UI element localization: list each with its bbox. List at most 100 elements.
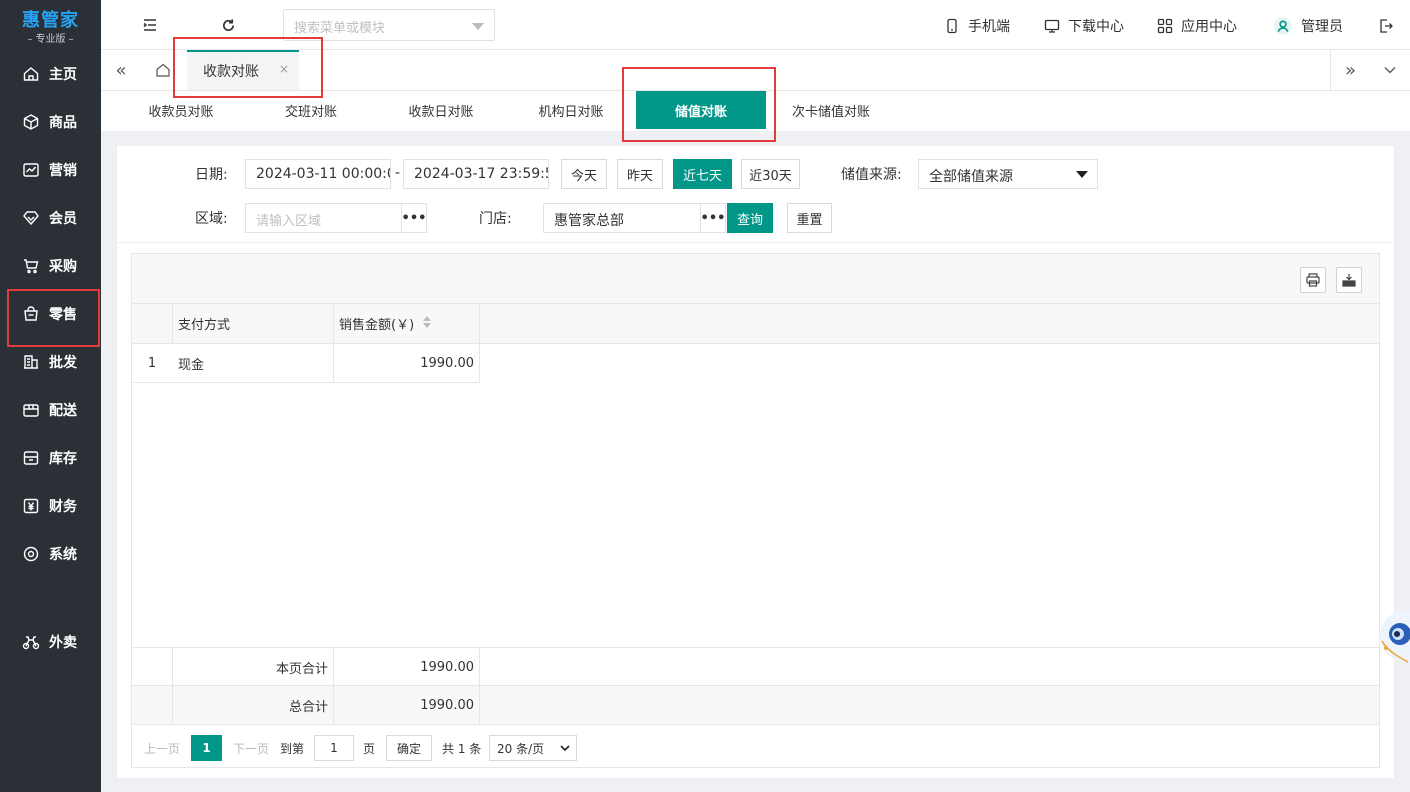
region-input[interactable]: 请输入区域 [245,203,403,233]
sidebar-item-purchase[interactable]: 采购 [0,244,101,288]
logout-icon[interactable] [1376,16,1396,36]
subtab-daily[interactable]: 收款日对账 [391,91,491,129]
user-menu[interactable]: 管理员 [1273,16,1343,36]
apps-icon [1157,18,1173,34]
grid-toolbar [132,254,1379,304]
subtab-cashier[interactable]: 收款员对账 [131,91,231,129]
mobile-label: 手机端 [968,19,1010,35]
sidebar-item-member[interactable]: 会员 [0,196,101,240]
goto-confirm-button[interactable]: 确定 [386,735,432,761]
tab-payment-reconciliation[interactable]: 收款对账 × [187,50,299,90]
tabs-scroll-right-icon[interactable]: » [1330,50,1370,90]
sidebar-item-label: 采购 [49,259,77,275]
tab-label: 收款对账 [203,64,259,80]
tabs-dropdown-icon[interactable] [1370,50,1410,90]
store-picker-icon[interactable]: ••• [700,203,726,233]
sidebar-item-retail[interactable]: 零售 [0,292,101,336]
last-7-days-button[interactable]: 近七天 [673,159,732,189]
search-placeholder: 搜索菜单或模块 [294,21,386,36]
column-sales-amount[interactable]: 销售金额(￥) [339,304,479,343]
yesterday-button[interactable]: 昨天 [617,159,663,189]
member-icon [22,209,40,227]
sidebar-item-delivery[interactable]: 配送 [0,388,101,432]
chart-icon [22,161,40,179]
app-center-link[interactable]: 应用中心 [1157,16,1237,36]
sidebar-item-wholesale[interactable]: 批发 [0,340,101,384]
refresh-icon[interactable] [218,15,238,35]
page-unit-label: 页 [363,741,376,756]
grid-divider [479,304,480,383]
sidebar-item-takeout[interactable]: 外卖 [0,620,101,664]
sidebar-item-finance[interactable]: 财务 [0,484,101,528]
bag-icon [22,305,40,323]
menu-toggle-icon[interactable] [140,15,160,35]
today-button[interactable]: 今天 [561,159,607,189]
total-count: 共 1 条 [442,741,482,756]
sidebar-item-label: 营销 [49,163,77,179]
sidebar-item-label: 会员 [49,211,77,227]
sidebar-item-goods[interactable]: 商品 [0,100,101,144]
date-start-input[interactable]: 2024-03-11 00:00:00 [245,159,391,189]
row-payment-method: 现金 [172,344,333,383]
sidebar-item-label: 配送 [49,403,77,419]
goto-label: 到第 [280,741,305,756]
grand-total-label: 总合计 [288,700,328,715]
subtab-org-daily[interactable]: 机构日对账 [521,91,621,129]
sidebar-item-label: 库存 [49,451,77,467]
grid-divider [172,304,173,344]
sidebar-item-system[interactable]: 系统 [0,532,101,576]
prev-page-button[interactable]: 上一页 [144,735,180,761]
region-label: 区域: [195,211,228,227]
source-value: 全部储值来源 [929,169,1013,185]
settings-icon [22,545,40,563]
next-page-button[interactable]: 下一页 [233,735,269,761]
reset-button[interactable]: 重置 [787,203,832,233]
user-avatar-icon [1274,17,1292,35]
bike-icon [22,633,40,651]
data-grid: 支付方式 销售金额(￥) 1 现金 1990.00 本页合计 1990.00 总… [131,253,1380,768]
home-icon [22,65,40,83]
close-icon[interactable]: × [279,62,289,76]
subtab-shift[interactable]: 交班对账 [261,91,361,129]
source-select[interactable]: 全部储值来源 [918,159,1098,189]
sidebar-item-label: 系统 [49,547,77,563]
sidebar-item-label: 主页 [49,67,77,83]
sidebar: 惠管家 – 专业版 – 主页 商品 营销 会员 采购 零售 批发 配送 库存 财… [0,0,101,792]
chevron-down-icon [472,23,484,30]
store-input[interactable]: 惠管家总部 [543,203,701,233]
home-tab-icon[interactable] [143,50,183,90]
pagination: 上一页 1 下一页 到第 1 页 确定 共 1 条 20 条/页 [132,725,1379,767]
subtab-card-stored-value[interactable]: 次卡储值对账 [781,91,881,129]
goto-page-input[interactable]: 1 [314,735,354,761]
menu-search-input[interactable]: 搜索菜单或模块 [283,9,495,41]
filter-divider [117,242,1396,243]
mobile-link[interactable]: 手机端 [944,16,1010,36]
date-end-input[interactable]: 2024-03-17 23:59:59 [403,159,549,189]
date-label: 日期: [195,167,228,183]
sidebar-item-home[interactable]: 主页 [0,52,101,96]
page-total-value: 1990.00 [420,660,474,675]
brand-edition: – 专业版 – [27,34,74,45]
download-center-link[interactable]: 下载中心 [1044,16,1124,36]
export-icon[interactable] [1336,267,1362,293]
sort-icon[interactable] [422,315,432,333]
page-size-select[interactable]: 20 条/页 [489,735,577,761]
tabs-scroll-left-icon[interactable]: « [101,50,141,90]
assistant-robot-icon[interactable] [1378,596,1410,676]
top-bar: 搜索菜单或模块 手机端 下载中心 应用中心 管理员 [101,0,1410,50]
print-icon[interactable] [1300,267,1326,293]
page-1-button[interactable]: 1 [191,735,222,761]
download-label: 下载中心 [1068,19,1124,35]
brand-name: 惠管家 [22,10,79,31]
grid-divider [333,304,334,383]
sidebar-item-marketing[interactable]: 营销 [0,148,101,192]
region-picker-icon[interactable]: ••• [401,203,427,233]
row-index: 1 [132,344,172,383]
grand-total-row: 总合计 1990.00 [132,686,1379,725]
query-button[interactable]: 查询 [727,203,773,233]
box-icon [22,113,40,131]
last-30-days-button[interactable]: 近30天 [741,159,800,189]
logo: 惠管家 – 专业版 – [0,0,101,48]
sidebar-item-inventory[interactable]: 库存 [0,436,101,480]
subtab-stored-value[interactable]: 储值对账 [636,91,766,129]
